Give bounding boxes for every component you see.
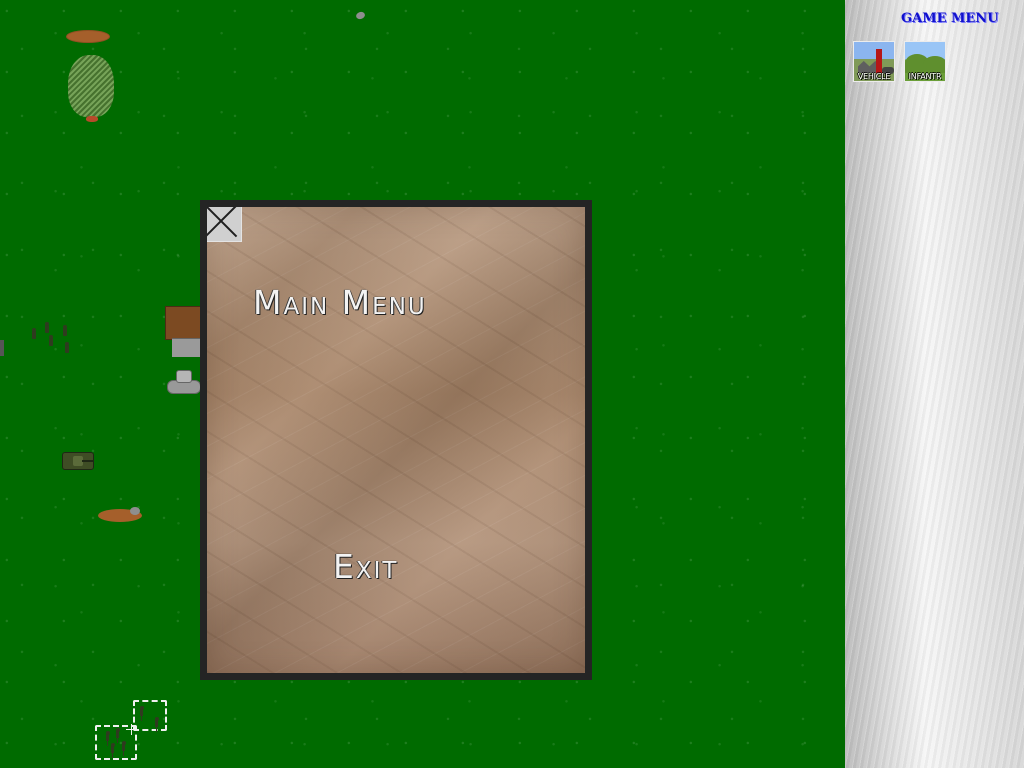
vehicles-button[interactable]: Vehicle <box>853 41 895 82</box>
soldier-icon[interactable] <box>45 322 49 333</box>
game-side-panel: GAME MENU Vehicle Infantr <box>845 0 1024 768</box>
main-menu-title: Main Menu <box>253 283 427 322</box>
infantry-button[interactable]: Infantr <box>904 41 946 82</box>
soldier-icon[interactable] <box>115 728 120 738</box>
building-roof[interactable] <box>165 306 201 340</box>
tank-icon[interactable] <box>62 452 94 470</box>
game-menu-title[interactable]: GAME MENU <box>901 11 999 26</box>
infantry-hills-icon <box>905 51 945 73</box>
tree-trunk <box>86 116 98 122</box>
vehicles-button-label: Vehicle <box>857 72 891 81</box>
soldier-icon[interactable] <box>49 335 53 346</box>
close-icon <box>207 207 238 238</box>
close-button[interactable] <box>207 207 242 242</box>
hill-icon <box>923 56 945 73</box>
battlefield-map[interactable]: Main Menu Exit <box>0 0 845 768</box>
building-wall[interactable] <box>172 338 202 357</box>
exit-button[interactable]: Exit <box>333 547 398 586</box>
soldier-icon[interactable] <box>32 328 36 339</box>
selected-infantry-group[interactable] <box>95 700 169 762</box>
crosshair-icon <box>126 724 137 735</box>
soldier-icon[interactable] <box>110 743 115 753</box>
tree-canopy <box>68 55 114 117</box>
tree-icon <box>66 55 116 125</box>
main-menu-paper: Main Menu Exit <box>207 207 585 673</box>
rock-icon <box>355 10 366 21</box>
selection-box <box>133 700 167 731</box>
grey-vehicle-icon[interactable] <box>165 368 201 397</box>
infantry-squad[interactable] <box>30 321 74 355</box>
dirt-patch <box>66 30 110 43</box>
vehicle-turret <box>176 370 192 383</box>
main-menu-dialog: Main Menu Exit <box>200 200 592 680</box>
soldier-icon[interactable] <box>154 717 159 727</box>
offscreen-unit[interactable] <box>0 340 4 356</box>
soldier-icon[interactable] <box>105 731 110 741</box>
soldier-icon[interactable] <box>63 325 67 336</box>
soldier-icon[interactable] <box>139 706 144 716</box>
game-screen: Main Menu Exit GAME MENU Vehicle Infantr <box>0 0 1024 768</box>
soldier-icon[interactable] <box>121 741 126 751</box>
rock-icon <box>130 507 140 515</box>
infantry-button-label: Infantr <box>908 72 942 81</box>
soldier-icon[interactable] <box>65 342 69 353</box>
